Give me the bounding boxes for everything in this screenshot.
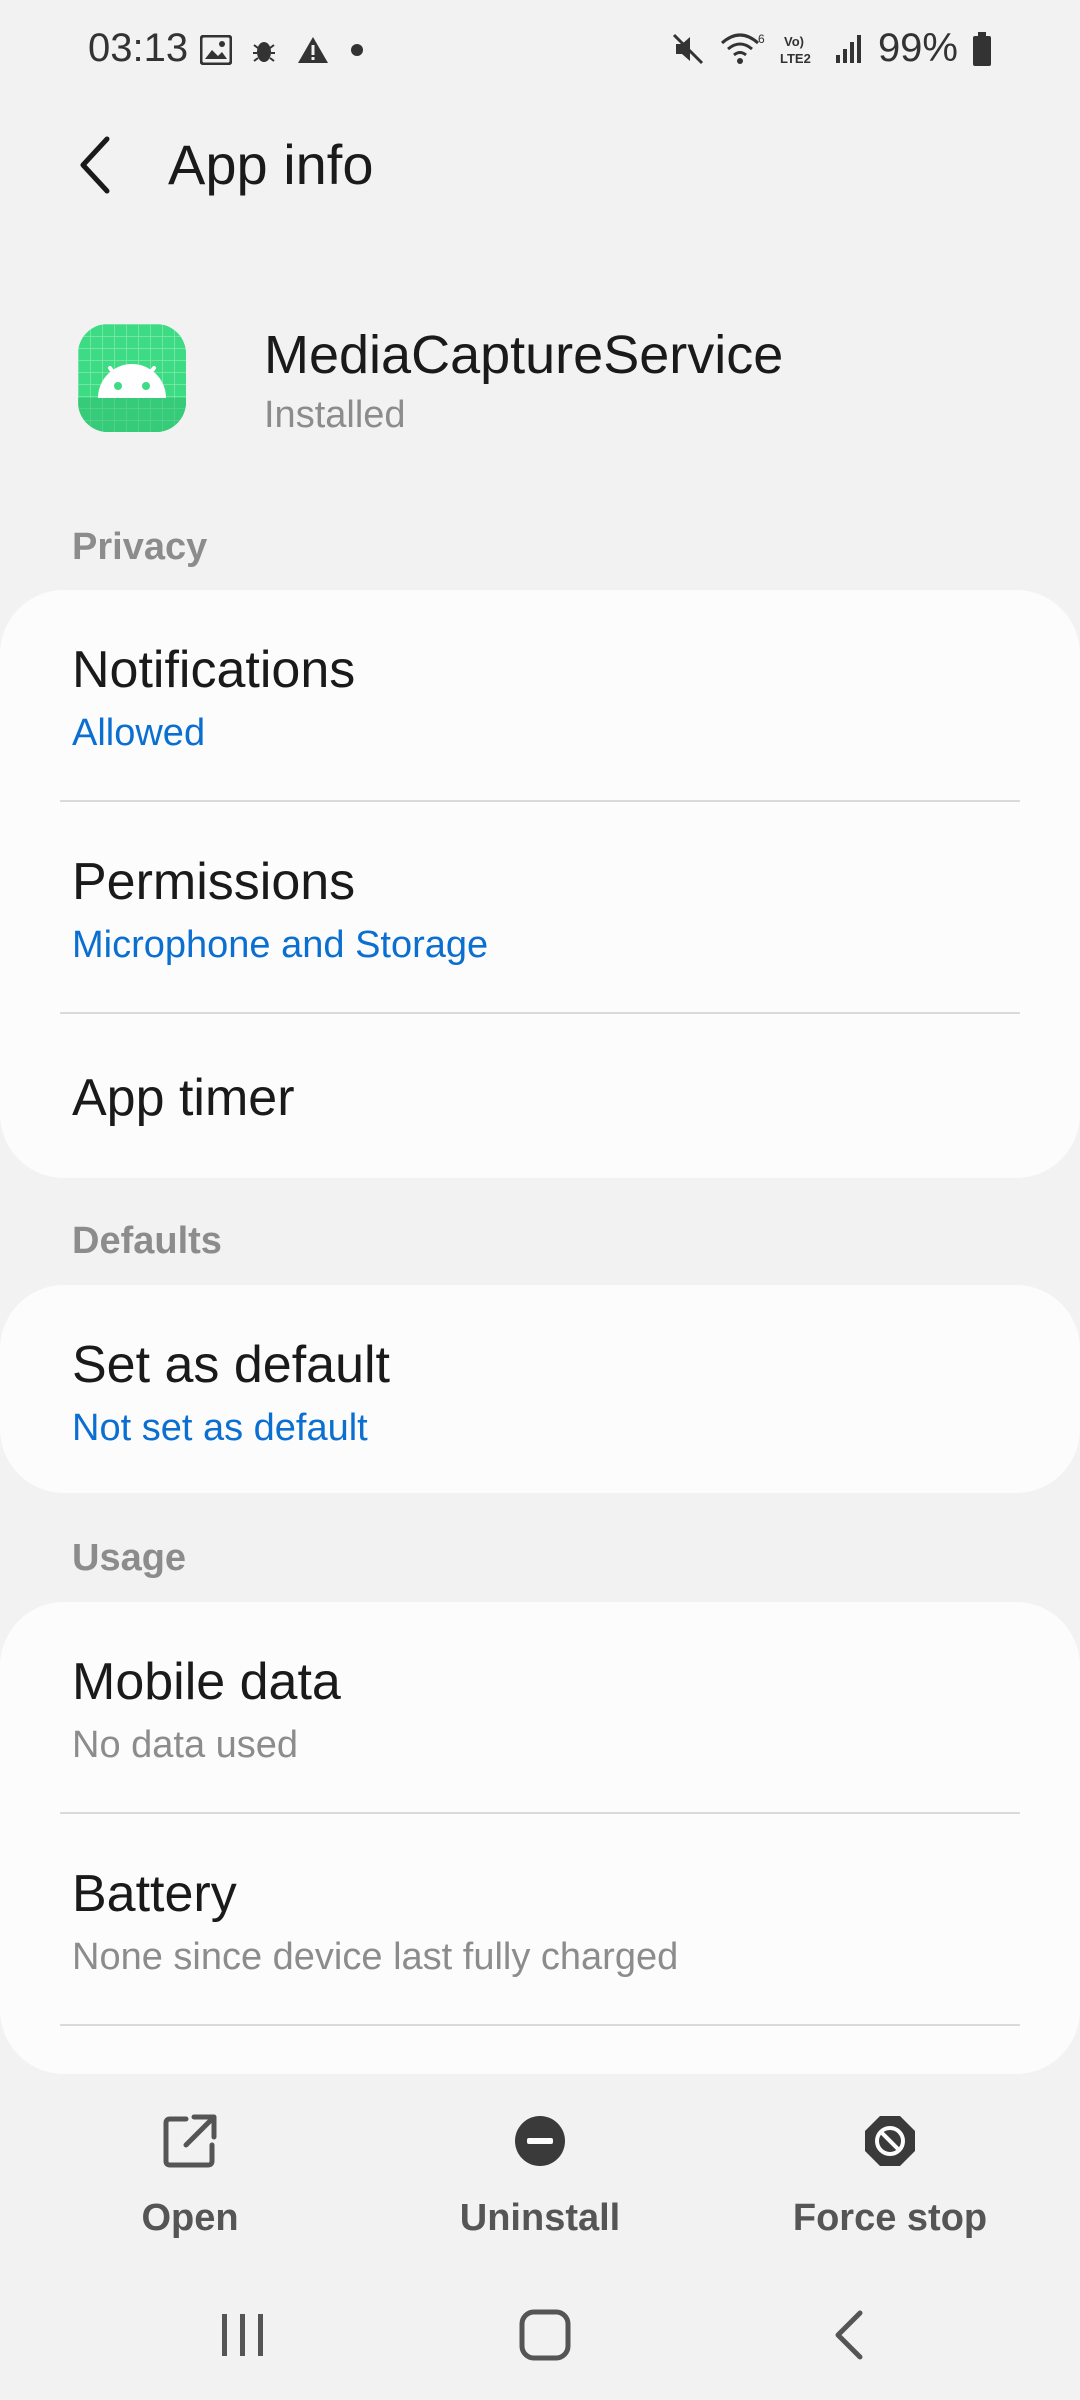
action-label: Open (141, 2197, 239, 2239)
mobile-data-row[interactable]: Mobile data No data used (0, 1602, 1080, 1812)
set-as-default-row[interactable]: Set as default Not set as default (0, 1285, 1080, 1495)
back-arrow-icon (80, 136, 110, 194)
row-title: Set as default (72, 1336, 390, 1394)
navigation-bar (0, 2280, 1080, 2380)
wifi-6-icon: 6 (720, 31, 766, 67)
svg-text:6: 6 (758, 32, 765, 46)
bug-icon (252, 35, 276, 65)
row-subtitle: Allowed (72, 712, 206, 754)
row-subtitle: No data used (72, 1724, 299, 1766)
signal-icon (834, 33, 864, 65)
row-title: Permissions (72, 853, 356, 911)
action-label: Force stop (792, 2197, 988, 2239)
mute-icon (670, 31, 706, 67)
home-button[interactable] (495, 2300, 595, 2370)
app-install-status: Installed (264, 394, 406, 436)
volte-lte2-icon: Vo) LTE2 (780, 31, 820, 67)
privacy-card: Notifications Allowed Permissions Microp… (0, 590, 1080, 1178)
notifications-row[interactable]: Notifications Allowed (0, 590, 1080, 800)
home-icon (519, 2309, 571, 2361)
app-name: MediaCaptureService (264, 325, 784, 385)
action-bar: Open Uninstall Force stop (0, 2090, 1080, 2260)
nav-back-button[interactable] (798, 2300, 898, 2370)
section-label-usage: Usage (72, 1537, 187, 1579)
row-title: Notifications (72, 641, 356, 699)
row-title: Battery (72, 1865, 237, 1923)
back-button[interactable] (60, 130, 130, 200)
uninstall-icon (514, 2104, 566, 2177)
app-bar: App info (0, 110, 1080, 220)
nav-back-icon (835, 2310, 863, 2360)
divider (60, 2024, 1020, 2026)
svg-text:Vo): Vo) (784, 34, 804, 49)
defaults-card: Set as default Not set as default (0, 1285, 1080, 1493)
force-stop-button[interactable]: Force stop (760, 2090, 1020, 2240)
row-title: Mobile data (72, 1653, 341, 1711)
status-bar: 03:13 6 Vo) LTE2 99% (0, 0, 1080, 100)
usage-card: Mobile data No data used Battery None si… (0, 1602, 1080, 2074)
section-label-defaults: Defaults (72, 1220, 222, 1262)
recent-apps-button[interactable] (193, 2300, 293, 2370)
row-subtitle: Microphone and Storage (72, 924, 489, 966)
row-subtitle: None since device last fully charged (72, 1936, 679, 1978)
status-left-icons (200, 30, 364, 70)
app-summary: MediaCaptureService Installed (0, 300, 1080, 460)
recent-apps-icon (222, 2314, 263, 2356)
status-right-icons: 6 Vo) LTE2 99% (670, 26, 992, 71)
section-label-privacy: Privacy (72, 526, 208, 568)
android-icon (78, 324, 186, 432)
app-timer-row[interactable]: App timer (0, 1014, 1080, 1180)
battery-row[interactable]: Battery None since device last fully cha… (0, 1814, 1080, 2024)
action-label: Uninstall (459, 2197, 621, 2239)
page-title: App info (168, 133, 374, 196)
warning-icon (296, 35, 330, 65)
permissions-row[interactable]: Permissions Microphone and Storage (0, 802, 1080, 1012)
open-external-icon (162, 2104, 218, 2177)
svg-text:LTE2: LTE2 (780, 51, 811, 66)
row-subtitle: Not set as default (72, 1407, 368, 1449)
open-button[interactable]: Open (60, 2090, 320, 2240)
dot-icon (350, 43, 364, 57)
image-icon (200, 35, 232, 65)
battery-percent: 99% (877, 26, 958, 70)
status-time: 03:13 (88, 26, 189, 70)
row-title: App timer (72, 1069, 295, 1127)
uninstall-button[interactable]: Uninstall (410, 2090, 670, 2240)
battery-icon (972, 31, 992, 66)
force-stop-icon (863, 2104, 917, 2177)
